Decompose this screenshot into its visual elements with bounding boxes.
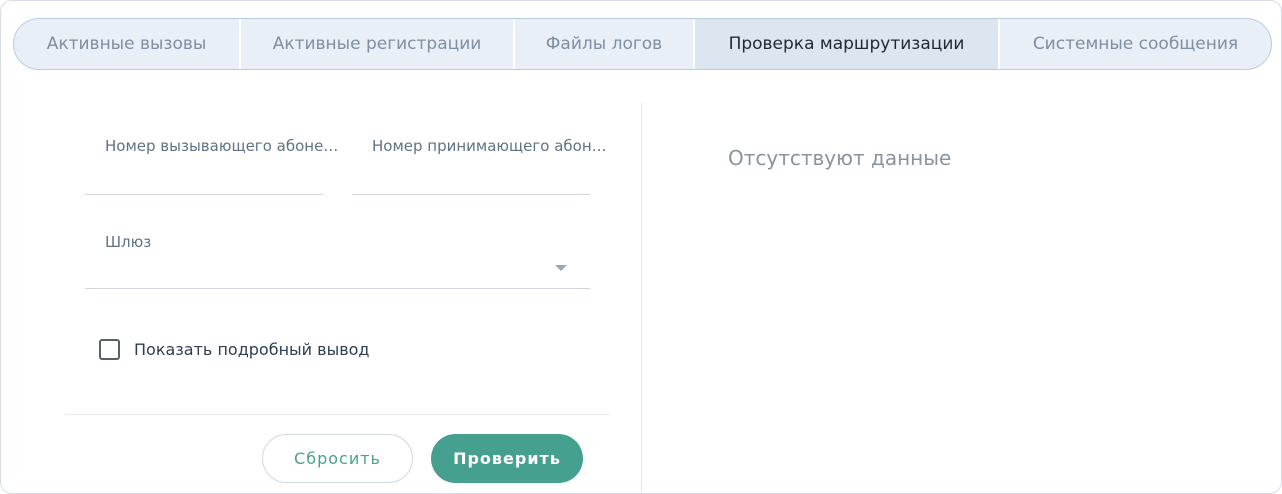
tab-active-registrations[interactable]: Активные регистрации (241, 19, 515, 69)
caller-number-underline (85, 194, 323, 195)
callee-number-field[interactable]: Номер принимающего абонента (352, 129, 608, 195)
tab-system-messages[interactable]: Системные сообщения (1000, 19, 1271, 69)
caller-number-field[interactable]: Номер вызывающего абонента (85, 129, 341, 195)
empty-state-text: Отсутствуют данные (728, 146, 952, 170)
gateway-underline (85, 288, 590, 289)
gateway-select[interactable]: Шлюз (85, 227, 590, 289)
form-footer-divider (65, 414, 609, 415)
reset-button[interactable]: Сбросить (262, 434, 413, 483)
callee-number-underline (352, 194, 590, 195)
check-button[interactable]: Проверить (431, 434, 583, 483)
verbose-output-checkbox[interactable] (99, 339, 120, 360)
tab-bar: Активные вызовы Активные регистрации Фай… (13, 18, 1272, 70)
chevron-down-icon[interactable] (555, 265, 567, 271)
gateway-label: Шлюз (105, 233, 152, 251)
tab-log-files[interactable]: Файлы логов (515, 19, 695, 69)
caller-number-label: Номер вызывающего абонента (105, 137, 341, 155)
verbose-output-label: Показать подробный вывод (134, 340, 370, 359)
callee-number-label: Номер принимающего абонента (372, 137, 608, 155)
tab-routing-check[interactable]: Проверка маршрутизации (695, 19, 1000, 69)
panel-divider (641, 103, 642, 493)
routing-check-panel: Активные вызовы Активные регистрации Фай… (0, 0, 1282, 494)
verbose-output-option[interactable]: Показать подробный вывод (99, 339, 369, 360)
tab-active-calls[interactable]: Активные вызовы (14, 19, 241, 69)
